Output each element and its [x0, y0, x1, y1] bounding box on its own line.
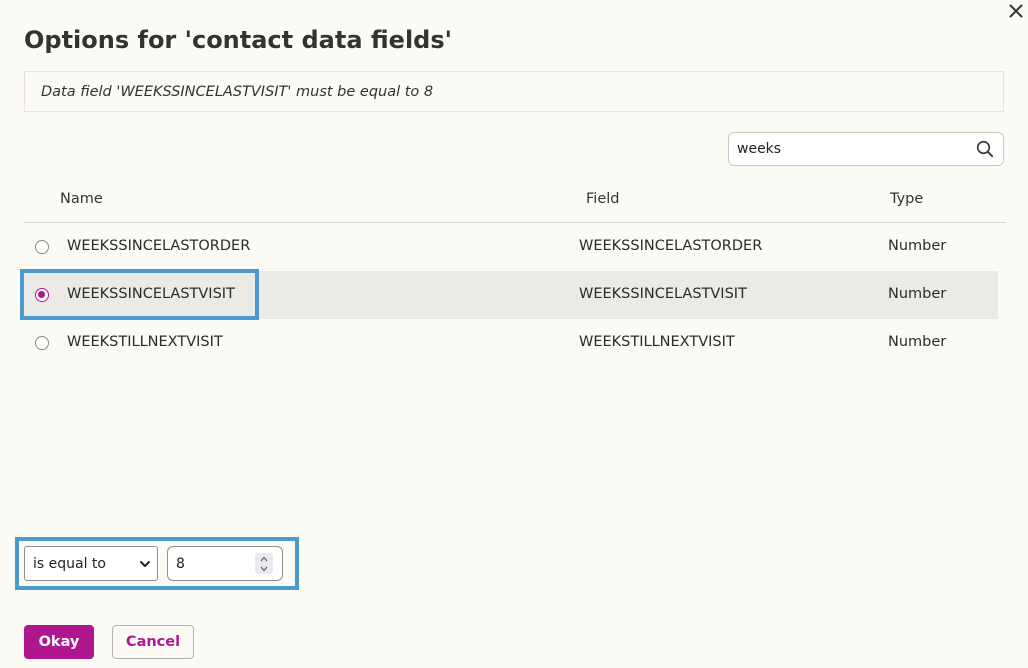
row-radio[interactable]: [35, 336, 49, 350]
row-field: WEEKSSINCELASTVISIT: [579, 286, 747, 302]
value-field: [167, 546, 283, 581]
row-type: Number: [888, 334, 947, 350]
condition-summary: Data field 'WEEKSSINCELASTVISIT' must be…: [24, 71, 1004, 112]
close-button[interactable]: [1005, 0, 1027, 22]
row-name: WEEKSTILLNEXTVISIT: [67, 334, 223, 350]
row-field: WEEKSTILLNEXTVISIT: [579, 334, 735, 350]
row-type: Number: [888, 286, 947, 302]
table-row[interactable]: WEEKSSINCELASTORDER WEEKSSINCELASTORDER …: [24, 223, 998, 271]
cancel-button[interactable]: Cancel: [112, 625, 194, 659]
value-input[interactable]: [168, 555, 256, 572]
row-type: Number: [888, 238, 947, 254]
value-stepper[interactable]: [255, 553, 273, 574]
row-field: WEEKSSINCELASTORDER: [579, 238, 763, 254]
operator-select[interactable]: is equal to: [24, 546, 158, 581]
search-icon[interactable]: [971, 133, 999, 165]
search-input[interactable]: [729, 133, 971, 165]
chevron-down-icon: [140, 561, 150, 567]
condition-summary-text: Data field 'WEEKSSINCELASTVISIT' must be…: [41, 83, 434, 100]
table-row-selected[interactable]: WEEKSSINCELASTVISIT WEEKSSINCELASTVISIT …: [24, 271, 998, 319]
dialog-title: Options for 'contact data fields': [24, 26, 452, 54]
operator-selected-value: is equal to: [33, 555, 106, 572]
column-header-type[interactable]: Type: [890, 191, 923, 207]
fields-table: Name Field Type WEEKSSINCELASTORDER WEEK…: [24, 178, 1006, 367]
okay-button[interactable]: Okay: [24, 625, 94, 659]
stepper-up-icon[interactable]: [255, 554, 273, 564]
stepper-down-icon[interactable]: [255, 564, 273, 574]
row-name: WEEKSSINCELASTORDER: [67, 238, 251, 254]
row-name: WEEKSSINCELASTVISIT: [67, 286, 235, 302]
column-header-name[interactable]: Name: [60, 191, 103, 207]
table-row[interactable]: WEEKSTILLNEXTVISIT WEEKSTILLNEXTVISIT Nu…: [24, 319, 998, 367]
table-header: Name Field Type: [24, 178, 1006, 223]
row-radio[interactable]: [35, 240, 49, 254]
column-header-field[interactable]: Field: [586, 191, 619, 207]
close-icon: [1009, 4, 1023, 18]
search-box: [728, 132, 1004, 166]
row-radio-checked[interactable]: [35, 288, 49, 302]
